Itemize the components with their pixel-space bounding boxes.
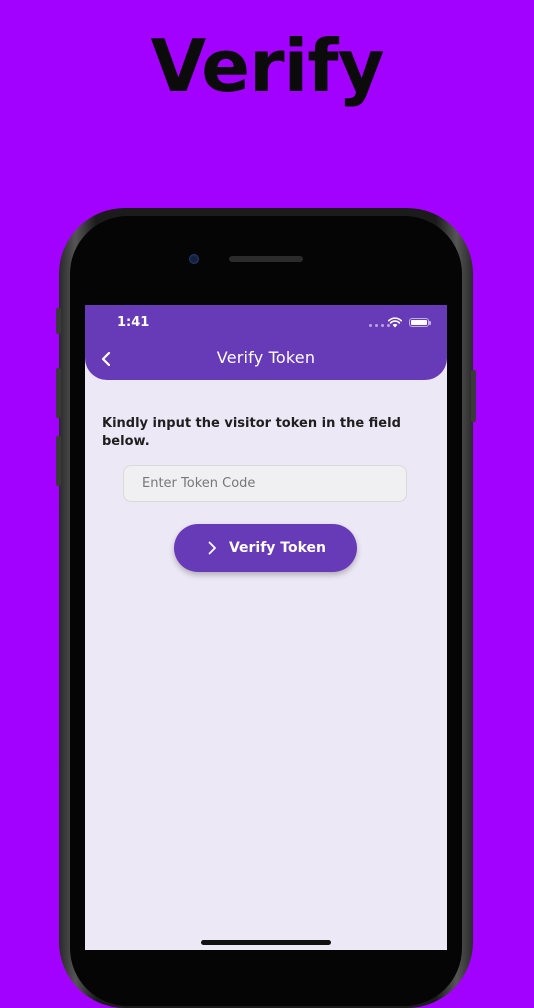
status-time: 1:41: [117, 315, 150, 330]
phone-volume-down: [56, 436, 61, 486]
page-title: Verify Token: [216, 348, 316, 367]
earpiece-speaker: [229, 256, 303, 262]
phone-mute-switch: [56, 308, 61, 334]
phone-screen: 1:41 Verify Token Kindly input the visit…: [85, 305, 447, 950]
signal-strength-icon: [369, 324, 390, 327]
wifi-icon: [388, 317, 402, 328]
instruction-text: Kindly input the visitor token in the fi…: [102, 416, 401, 449]
token-code-input[interactable]: [123, 465, 407, 502]
verify-token-button[interactable]: Verify Token: [174, 524, 357, 572]
app-header: 1:41 Verify Token: [85, 305, 447, 380]
home-indicator[interactable]: [201, 940, 331, 945]
phone-power-button: [471, 370, 476, 422]
chevron-right-icon: [208, 541, 216, 555]
hero-title: Verify: [150, 24, 384, 108]
phone-volume-up: [56, 368, 61, 418]
front-camera: [189, 254, 199, 264]
verify-button-label: Verify Token: [228, 540, 327, 556]
battery-icon: [409, 318, 431, 327]
